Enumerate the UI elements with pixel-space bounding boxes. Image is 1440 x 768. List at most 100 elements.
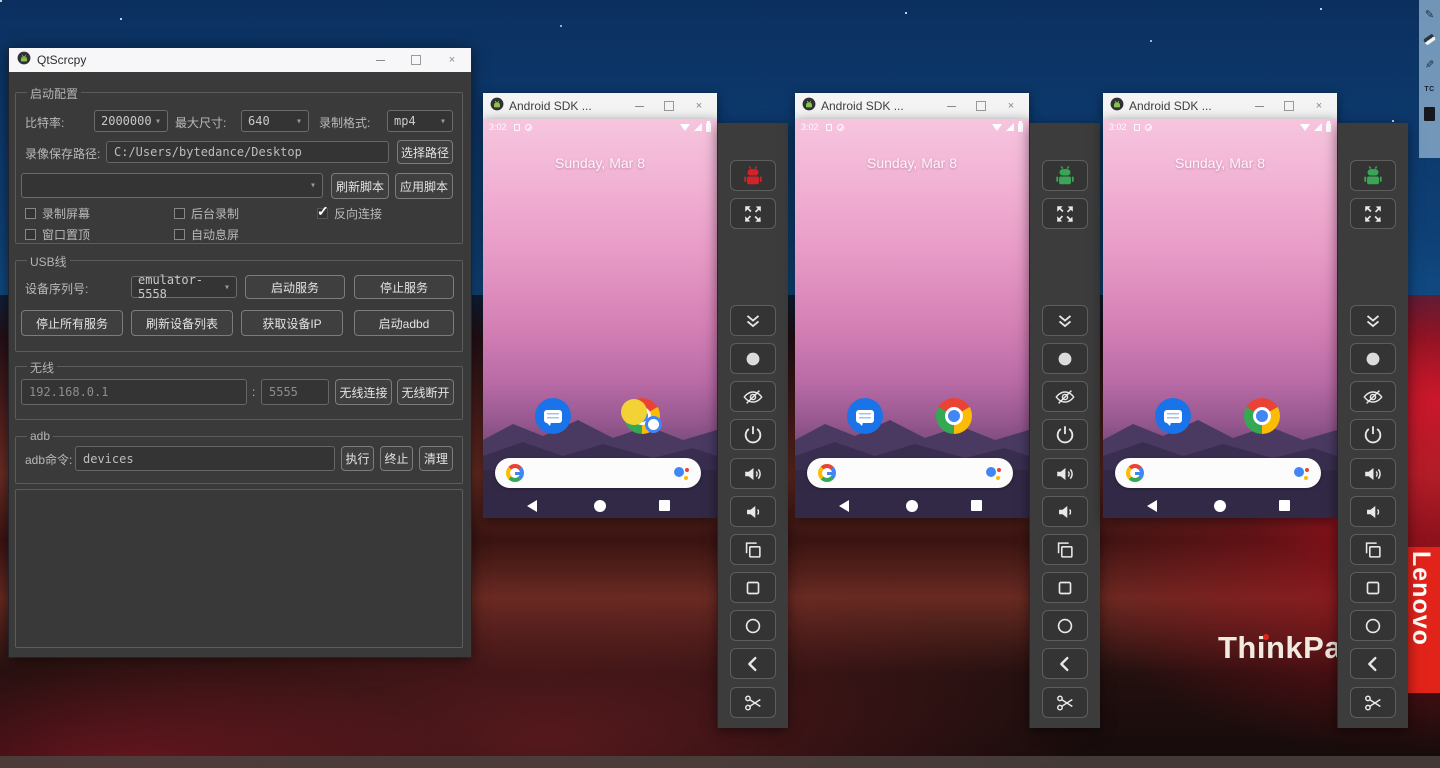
wireless-connect-button[interactable]: 无线连接 — [335, 379, 392, 405]
adb-output-console[interactable] — [15, 489, 463, 648]
fullscreen-button[interactable] — [730, 198, 776, 229]
choose-path-button[interactable]: 选择路径 — [397, 140, 453, 164]
checkbox-reverse-connect[interactable]: 反向连接 — [317, 205, 382, 222]
checkbox-record-screen[interactable]: 录制屏幕 — [25, 205, 90, 222]
home-button[interactable] — [1350, 610, 1396, 641]
back-button[interactable] — [1350, 648, 1396, 679]
screen-off-button[interactable] — [1350, 381, 1396, 412]
expand-notifications-button[interactable] — [1042, 305, 1088, 336]
group-robot-button[interactable] — [1042, 160, 1088, 191]
checkbox-auto-screen-off[interactable]: 自动息屏 — [174, 226, 239, 243]
adb-execute-button[interactable]: 执行 — [341, 446, 374, 471]
screenshot-button[interactable] — [1350, 687, 1396, 718]
screenshot-button[interactable] — [730, 687, 776, 718]
app-switch-button[interactable] — [1042, 534, 1088, 565]
power-button[interactable] — [1350, 419, 1396, 450]
power-button[interactable] — [730, 419, 776, 450]
screenshot-button[interactable] — [1042, 687, 1088, 718]
nav-back-button[interactable] — [1147, 500, 1157, 512]
adb-clear-button[interactable]: 清理 — [419, 446, 453, 471]
savepath-input[interactable]: C:/Users/bytedance/Desktop — [106, 141, 389, 163]
show-touches-button[interactable] — [1042, 343, 1088, 374]
nav-recents-button[interactable] — [659, 500, 670, 511]
volume-up-button[interactable] — [1042, 458, 1088, 489]
show-touches-button[interactable] — [1350, 343, 1396, 374]
maxsize-combobox[interactable]: 640 — [241, 110, 309, 132]
wireless-disconnect-button[interactable]: 无线断开 — [397, 379, 454, 405]
volume-down-button[interactable] — [1042, 496, 1088, 527]
minimize-button[interactable] — [369, 53, 391, 67]
nav-home-button[interactable] — [906, 500, 918, 512]
marker-icon[interactable]: ✎ — [1422, 57, 1438, 72]
eraser-icon[interactable] — [1422, 31, 1437, 47]
chrome-app-icon[interactable] — [1244, 398, 1280, 434]
back-button[interactable] — [1042, 648, 1088, 679]
checkbox-window-topmost[interactable]: 窗口置顶 — [25, 226, 90, 243]
tc-button[interactable]: TC — [1422, 81, 1437, 97]
bitrate-combobox[interactable]: 2000000 — [94, 110, 168, 132]
volume-down-button[interactable] — [730, 496, 776, 527]
stop-service-button[interactable]: 停止服务 — [354, 275, 454, 299]
maximize-button[interactable] — [658, 99, 680, 113]
home-button[interactable] — [1042, 610, 1088, 641]
screen-off-button[interactable] — [1042, 381, 1088, 412]
power-button[interactable] — [1042, 419, 1088, 450]
google-search-bar[interactable] — [807, 458, 1013, 488]
nav-recents-button[interactable] — [971, 500, 982, 511]
start-service-button[interactable]: 启动服务 — [245, 275, 345, 299]
phone-screen[interactable]: 3:02 Sunday, Mar 8 — [1103, 119, 1337, 518]
close-button[interactable]: × — [1000, 99, 1022, 113]
qtscrcpy-titlebar[interactable]: QtScrcpy × — [9, 48, 471, 72]
expand-notifications-button[interactable] — [1350, 305, 1396, 336]
messages-app-icon[interactable] — [535, 398, 571, 434]
wireless-ip-input[interactable]: 192.168.0.1 — [21, 379, 247, 405]
get-device-ip-button[interactable]: 获取设备IP — [241, 310, 343, 336]
app-switch-button[interactable] — [730, 534, 776, 565]
maximize-button[interactable] — [405, 53, 427, 67]
android-window-titlebar[interactable]: Android SDK ... × — [795, 93, 1029, 119]
home-button[interactable] — [730, 610, 776, 641]
nav-recents-button[interactable] — [1279, 500, 1290, 511]
expand-notifications-button[interactable] — [730, 305, 776, 336]
nav-back-button[interactable] — [527, 500, 537, 512]
apply-script-button[interactable]: 应用脚本 — [395, 173, 453, 199]
minimize-button[interactable] — [940, 99, 962, 113]
menu-button[interactable] — [1350, 572, 1396, 603]
menu-button[interactable] — [1042, 572, 1088, 603]
format-combobox[interactable]: mp4 — [387, 110, 453, 132]
refresh-device-list-button[interactable]: 刷新设备列表 — [131, 310, 233, 336]
screen-off-button[interactable] — [730, 381, 776, 412]
serial-combobox[interactable]: emulator-5558 — [131, 276, 237, 298]
google-search-bar[interactable] — [1115, 458, 1321, 488]
blackboard-icon[interactable] — [1422, 106, 1437, 122]
checkbox-background-record[interactable]: 后台录制 — [174, 205, 239, 222]
volume-up-button[interactable] — [730, 458, 776, 489]
fullscreen-button[interactable] — [1042, 198, 1088, 229]
nav-home-button[interactable] — [1214, 500, 1226, 512]
messages-app-icon[interactable] — [847, 398, 883, 434]
start-adbd-button[interactable]: 启动adbd — [354, 310, 454, 336]
menu-button[interactable] — [730, 572, 776, 603]
close-button[interactable]: × — [1308, 99, 1330, 113]
app-switch-button[interactable] — [1350, 534, 1396, 565]
nav-back-button[interactable] — [839, 500, 849, 512]
phone-screen[interactable]: 3:02 Sunday, Mar 8 — [483, 119, 717, 518]
minimize-button[interactable] — [628, 99, 650, 113]
group-robot-button[interactable] — [730, 160, 776, 191]
android-window-titlebar[interactable]: Android SDK ... × — [483, 93, 717, 119]
volume-down-button[interactable] — [1350, 496, 1396, 527]
volume-up-button[interactable] — [1350, 458, 1396, 489]
phone-screen[interactable]: 3:02 Sunday, Mar 8 — [795, 119, 1029, 518]
android-window-titlebar[interactable]: Android SDK ... × — [1103, 93, 1337, 119]
pencil-icon[interactable]: ✎ — [1422, 6, 1437, 22]
chrome-app-icon[interactable] — [936, 398, 972, 434]
wireless-port-input[interactable]: 5555 — [261, 379, 329, 405]
stop-all-services-button[interactable]: 停止所有服务 — [21, 310, 123, 336]
chrome-app-icon[interactable] — [624, 398, 660, 434]
close-button[interactable]: × — [688, 99, 710, 113]
back-button[interactable] — [730, 648, 776, 679]
assistant-mic-icon[interactable] — [674, 465, 690, 481]
show-touches-button[interactable] — [730, 343, 776, 374]
script-combobox[interactable] — [21, 173, 323, 198]
maximize-button[interactable] — [970, 99, 992, 113]
